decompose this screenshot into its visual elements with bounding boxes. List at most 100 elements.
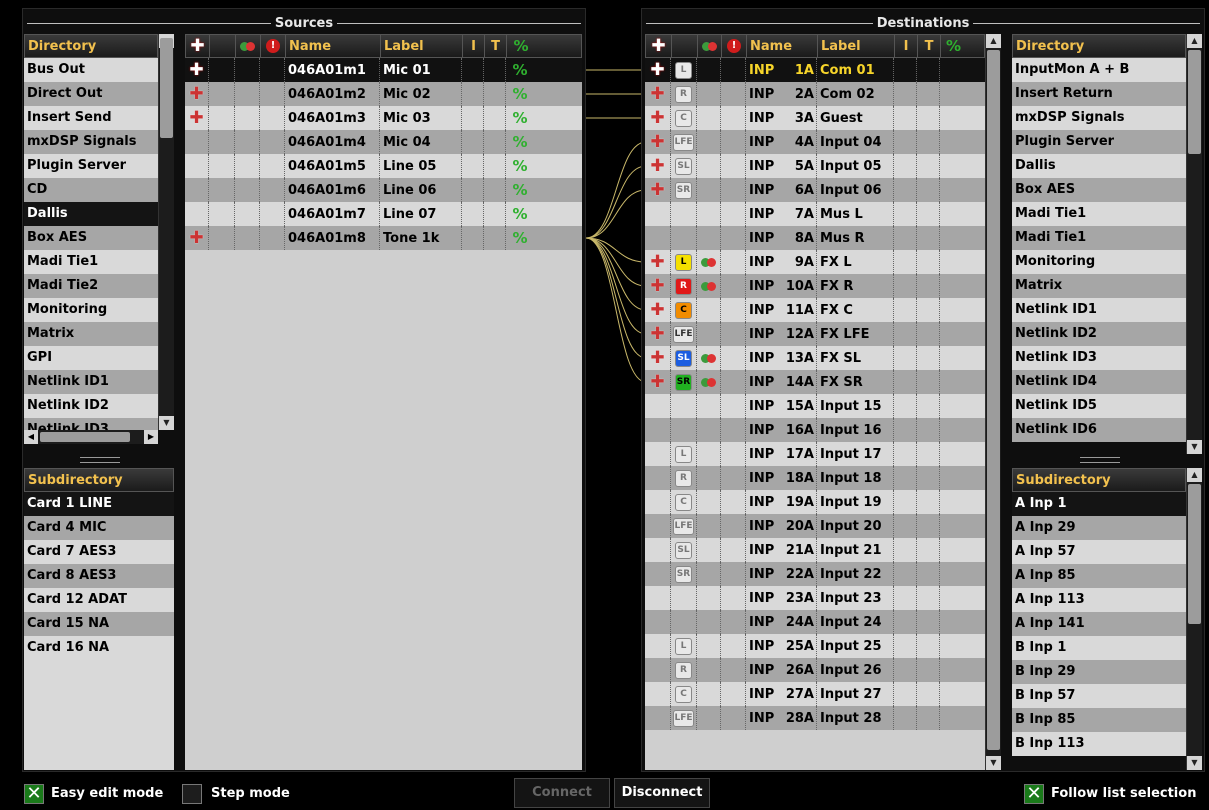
table-row[interactable]: [185, 394, 582, 418]
list-item[interactable]: Card 15 NA: [24, 612, 174, 636]
table-row[interactable]: INP 8A Mus R: [645, 226, 985, 250]
column-name[interactable]: Name: [286, 34, 381, 58]
table-row[interactable]: 046A01m5 Line 05%: [185, 154, 582, 178]
list-item[interactable]: Card 8 AES3: [24, 564, 174, 588]
connect-icon[interactable]: ✚: [650, 276, 664, 296]
list-item[interactable]: Netlink ID2: [1012, 322, 1186, 346]
table-row[interactable]: [185, 562, 582, 586]
scroll-thumb[interactable]: [160, 38, 173, 138]
column-t[interactable]: T: [918, 34, 941, 58]
scroll-right-icon[interactable]: ▶: [144, 430, 158, 444]
table-row[interactable]: ✚ 046A01m2 Mic 02%: [185, 82, 582, 106]
connect-icon[interactable]: ✚: [650, 156, 664, 176]
table-row[interactable]: R INP 26A Input 26: [645, 658, 985, 682]
table-row[interactable]: [185, 754, 582, 770]
list-item[interactable]: B Inp 85: [1012, 708, 1186, 732]
list-item[interactable]: Dallis: [1012, 154, 1186, 178]
table-row[interactable]: LFE INP 28A Input 28: [645, 706, 985, 730]
table-row[interactable]: [185, 730, 582, 754]
table-row[interactable]: [185, 274, 582, 298]
table-row[interactable]: [185, 538, 582, 562]
connect-icon[interactable]: ✚: [650, 252, 664, 272]
connect-icon[interactable]: ✚: [189, 60, 203, 80]
table-row[interactable]: ✚ 046A01m3 Mic 03%: [185, 106, 582, 130]
list-item[interactable]: Dallis: [24, 202, 158, 226]
table-row[interactable]: ✚ L INP 9A FX L: [645, 250, 985, 274]
list-item[interactable]: Madi Tie1: [24, 250, 158, 274]
table-row[interactable]: L INP 25A Input 25: [645, 634, 985, 658]
table-row[interactable]: C INP 27A Input 27: [645, 682, 985, 706]
list-item[interactable]: Box AES: [1012, 178, 1186, 202]
table-row[interactable]: R INP 18A Input 18: [645, 466, 985, 490]
list-item[interactable]: Box AES: [24, 226, 158, 250]
destinations-directory-list[interactable]: InputMon A + B Insert Return mxDSP Signals…: [1012, 58, 1186, 454]
scroll-up-icon[interactable]: ▲: [986, 34, 1001, 48]
list-item[interactable]: B Inp 57: [1012, 684, 1186, 708]
scroll-thumb[interactable]: [1188, 50, 1201, 154]
scroll-down-icon[interactable]: ▼: [159, 416, 174, 430]
table-row[interactable]: ✚ SL INP 13A FX SL: [645, 346, 985, 370]
list-item[interactable]: Matrix: [24, 322, 158, 346]
list-item[interactable]: mxDSP Signals: [1012, 106, 1186, 130]
list-item[interactable]: InputMon A + B: [1012, 58, 1186, 82]
column-i[interactable]: I: [895, 34, 918, 58]
connect-icon[interactable]: ✚: [650, 348, 664, 368]
table-row[interactable]: ✚ C INP 11A FX C: [645, 298, 985, 322]
destinations-splitter[interactable]: [1080, 457, 1120, 463]
list-item[interactable]: Monitoring: [24, 298, 158, 322]
scroll-thumb[interactable]: [1188, 484, 1201, 624]
list-item[interactable]: Netlink ID2: [24, 394, 158, 418]
table-row[interactable]: ✚ R INP 10A FX R: [645, 274, 985, 298]
table-row[interactable]: SR INP 22A Input 22: [645, 562, 985, 586]
list-item[interactable]: Netlink ID3: [24, 418, 158, 430]
list-item[interactable]: Netlink ID5: [1012, 394, 1186, 418]
table-row[interactable]: [185, 442, 582, 466]
stereo-column-icon[interactable]: [698, 34, 722, 58]
table-row[interactable]: LFE INP 20A Input 20: [645, 514, 985, 538]
destinations-directory-scrollbar[interactable]: ▲ ▼: [1186, 34, 1202, 454]
connect-button[interactable]: Connect: [514, 778, 610, 808]
column-label[interactable]: Label: [381, 34, 463, 58]
scroll-left-icon[interactable]: ◀: [24, 430, 38, 444]
warning-column-icon[interactable]: !: [261, 34, 286, 58]
column-label[interactable]: Label: [818, 34, 895, 58]
scroll-thumb[interactable]: [40, 432, 130, 442]
table-row[interactable]: [185, 322, 582, 346]
list-item[interactable]: mxDSP Signals: [24, 130, 158, 154]
table-row[interactable]: SL INP 21A Input 21: [645, 538, 985, 562]
list-item[interactable]: A Inp 1: [1012, 492, 1186, 516]
list-item[interactable]: Insert Return: [1012, 82, 1186, 106]
connect-icon[interactable]: ✚: [189, 228, 203, 248]
table-row[interactable]: ✚ 046A01m8 Tone 1k%: [185, 226, 582, 250]
table-row[interactable]: [185, 418, 582, 442]
table-row[interactable]: ✚ LFE INP 12A FX LFE: [645, 322, 985, 346]
sources-subdirectory-list[interactable]: Card 1 LINE Card 4 MIC Card 7 AES3 Card 8 A…: [24, 492, 174, 770]
table-row[interactable]: INP 7A Mus L: [645, 202, 985, 226]
list-item[interactable]: A Inp 141: [1012, 612, 1186, 636]
stereo-column-icon[interactable]: [236, 34, 261, 58]
connect-icon[interactable]: ✚: [189, 84, 203, 104]
scroll-down-icon[interactable]: ▼: [1187, 756, 1202, 770]
list-item[interactable]: A Inp 113: [1012, 588, 1186, 612]
table-row[interactable]: [185, 634, 582, 658]
connect-icon[interactable]: ✚: [650, 132, 664, 152]
scroll-thumb[interactable]: [987, 50, 1000, 750]
list-item[interactable]: Bus Out: [24, 58, 158, 82]
list-item[interactable]: Netlink ID6: [1012, 418, 1186, 442]
list-item[interactable]: Plugin Server: [1012, 130, 1186, 154]
table-row[interactable]: ✚ LFE INP 4A Input 04: [645, 130, 985, 154]
disconnect-button[interactable]: Disconnect: [614, 778, 710, 808]
list-item[interactable]: Card 12 ADAT: [24, 588, 174, 612]
list-item[interactable]: Netlink ID1: [24, 370, 158, 394]
list-item[interactable]: B Inp 113: [1012, 732, 1186, 756]
table-row[interactable]: ✚ C INP 3A Guest: [645, 106, 985, 130]
sources-splitter[interactable]: [80, 457, 120, 463]
connect-column-icon[interactable]: ✚: [646, 34, 672, 58]
table-row[interactable]: L INP 17A Input 17: [645, 442, 985, 466]
table-row[interactable]: [185, 586, 582, 610]
table-row[interactable]: [185, 706, 582, 730]
table-row[interactable]: [185, 298, 582, 322]
table-row[interactable]: ✚ SR INP 6A Input 06: [645, 178, 985, 202]
column-t[interactable]: T: [485, 34, 507, 58]
destinations-subdirectory-list[interactable]: A Inp 1A Inp 29 A Inp 57 A Inp 85 A Inp 113…: [1012, 492, 1186, 770]
